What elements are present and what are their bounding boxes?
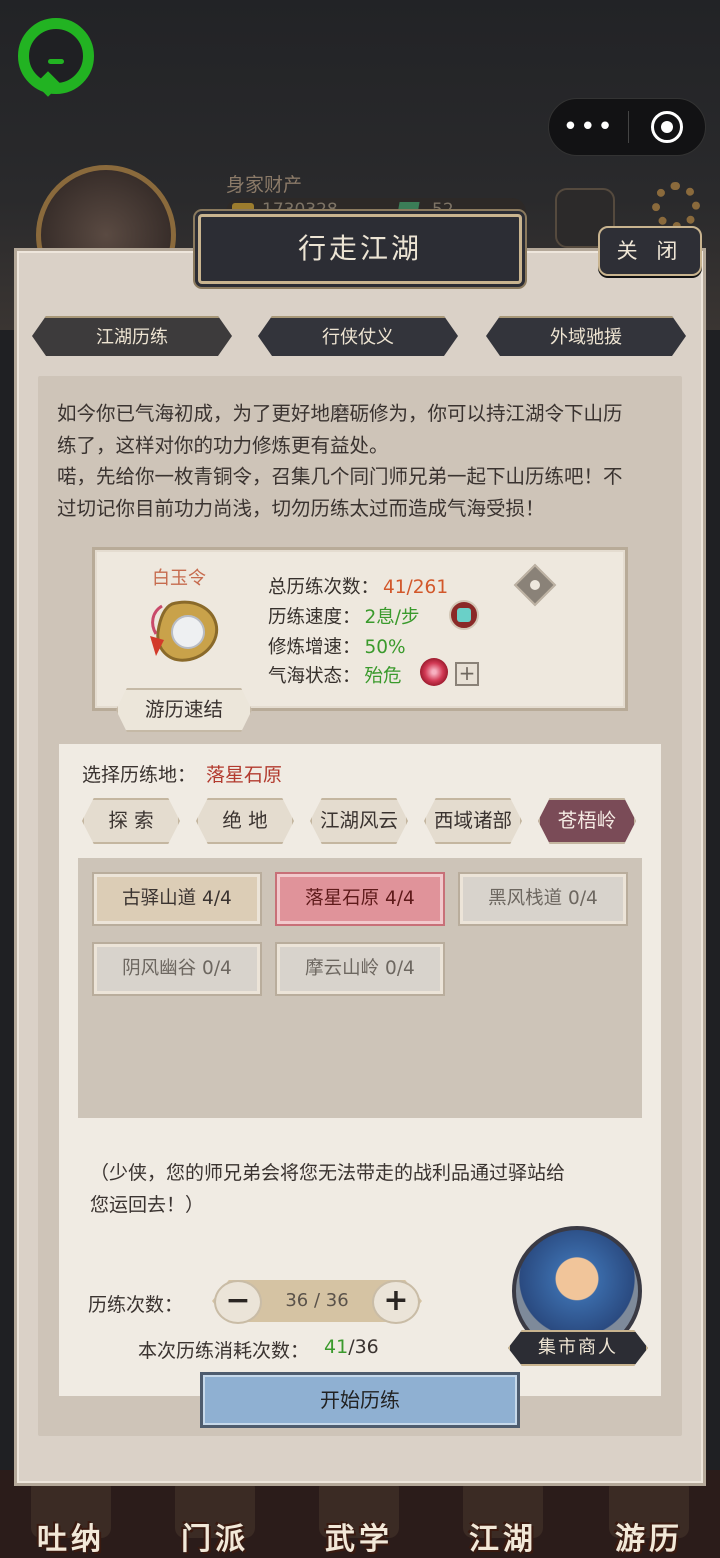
cost-total: /36 [348, 1336, 379, 1358]
wealth-label: 身家财产 [226, 174, 303, 196]
stat-label: 历练速度： [268, 607, 361, 628]
region-xiyu-zhubu[interactable]: 西域诸部 [424, 798, 522, 844]
speed-boost-icon[interactable] [449, 600, 479, 630]
location-heifeng-zhandao[interactable]: 黑风栈道 0/4 [458, 872, 628, 926]
more-options-icon[interactable]: ••• [549, 98, 628, 156]
nav-label: 武学 [325, 1522, 393, 1557]
cost-label: 本次历练消耗次数： [138, 1340, 310, 1362]
count-label: 历练次数： [88, 1294, 184, 1316]
start-training-button[interactable]: 开始历练 [200, 1372, 520, 1428]
intro-line: 练了，这样对你的功力修炼更有益处。 [57, 433, 389, 457]
stat-label: 气海状态： [268, 666, 361, 687]
exit-miniprogram-button[interactable] [629, 111, 705, 143]
region-jianghu-fengyun[interactable]: 江湖风云 [310, 798, 408, 844]
nav-tuna[interactable]: 吐纳 [6, 1478, 136, 1558]
stat-total-count: 总历练次数： 41/261 [268, 573, 448, 599]
nav-label: 游历 [615, 1522, 683, 1557]
decrease-button[interactable]: − [214, 1280, 262, 1324]
gear-icon[interactable] [652, 182, 700, 230]
select-location-label: 选择历练地： [82, 764, 197, 786]
nav-label: 江湖 [469, 1522, 537, 1557]
intro-line: 如今你已气海初成，为了更好地磨砺修为，你可以持江湖令下山历 [57, 402, 623, 425]
region-cangwuling[interactable]: 苍梧岭 [538, 798, 636, 844]
loot-note: （少侠，您的师兄弟会将您无法带走的战利品通过驿站给 您运回去！） [90, 1158, 630, 1221]
qi-sea-icon [420, 658, 448, 686]
tab-xingxia-zhangyi[interactable]: 行侠仗义 [258, 316, 458, 356]
add-qi-button[interactable]: + [455, 662, 479, 686]
nav-label: 吐纳 [37, 1522, 105, 1557]
stat-speed: 历练速度： 2息/步 [268, 603, 420, 629]
quick-finish-button[interactable]: 游历速结 [116, 688, 252, 732]
increase-button[interactable]: + [372, 1280, 420, 1324]
note-line: 您运回去！） [90, 1193, 205, 1216]
note-line: （少侠，您的师兄弟会将您无法带走的战利品通过驿站给 [90, 1162, 566, 1184]
selected-location: 落星石原 [206, 764, 283, 786]
count-value: 36 / 36 [285, 1290, 349, 1311]
nav-menpai[interactable]: 门派 [150, 1478, 280, 1558]
stat-value: 50% [364, 637, 406, 658]
dialog-title: 行走江湖 [198, 214, 522, 284]
stat-label: 总历练次数： [268, 577, 380, 598]
region-juedi[interactable]: 绝 地 [196, 798, 294, 844]
stat-label: 修炼增速： [268, 637, 361, 658]
tab-jianghu-lilian[interactable]: 江湖历练 [32, 316, 232, 356]
location-moyun-shanling[interactable]: 摩云山岭 0/4 [275, 942, 445, 996]
location-guyi-shandao[interactable]: 古驿山道 4/4 [92, 872, 262, 926]
target-icon [651, 111, 684, 143]
stat-value: 41/261 [383, 577, 449, 598]
merchant-button[interactable]: 集市商人 [508, 1330, 648, 1366]
intro-line: 过切记你目前功力尚浅，切勿历练太过而造成气海受损！ [57, 496, 545, 520]
stat-value: 2息/步 [364, 607, 420, 628]
app-logo-icon [18, 18, 94, 94]
nav-label: 门派 [181, 1522, 249, 1557]
cost-value: 41/36 [324, 1336, 379, 1358]
close-button[interactable]: 关 闭 [598, 226, 702, 276]
stat-qi-state: 气海状态： 殆危 [268, 662, 402, 688]
mini-program-capsule: ••• [548, 98, 706, 156]
nav-wuxue[interactable]: 武学 [294, 1478, 424, 1558]
stat-growth: 修炼增速： 50% [268, 633, 406, 659]
token-name: 白玉令 [152, 568, 206, 589]
location-luoxing-shiyuan[interactable]: 落星石原 4/4 [275, 872, 445, 926]
stat-value: 殆危 [364, 666, 402, 687]
intro-line: 喏，先给你一枚青铜令，召集几个同门师兄弟一起下山历练吧！不 [57, 465, 623, 488]
jade-token-icon [150, 600, 219, 662]
nav-youli[interactable]: 游历 [584, 1478, 714, 1558]
location-yinfeng-yougu[interactable]: 阴风幽谷 0/4 [92, 942, 262, 996]
tab-waiyu-chiyuan[interactable]: 外域驰援 [486, 316, 686, 356]
nav-jianghu[interactable]: 江湖 [438, 1478, 568, 1558]
intro-text: 如今你已气海初成，为了更好地磨砺修为，你可以持江湖令下山历 练了，这样对你的功力… [57, 398, 669, 524]
cost-used: 41 [324, 1336, 349, 1358]
region-tansuo[interactable]: 探 索 [82, 798, 180, 844]
